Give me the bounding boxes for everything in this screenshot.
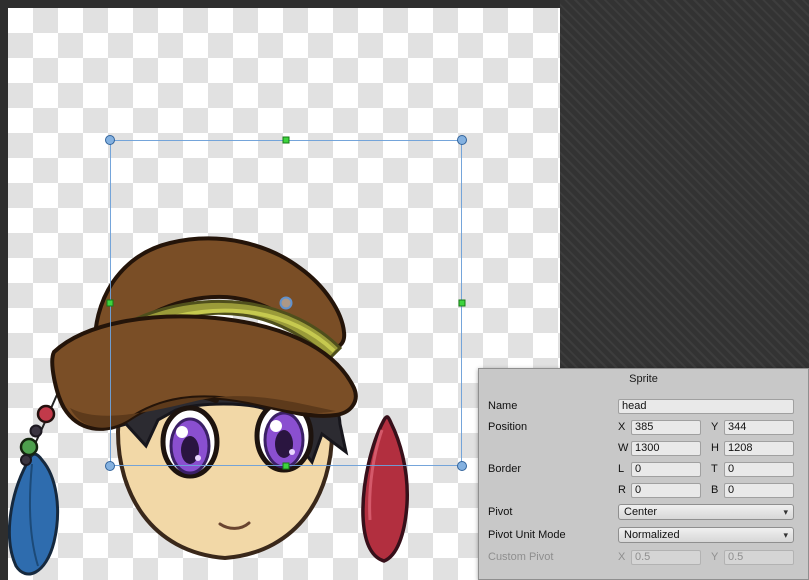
selection-handle-bottom-left[interactable] [105, 461, 115, 471]
pivot-dropdown-value: Center [624, 506, 657, 518]
pivot-unit-mode-dropdown[interactable]: Normalized ▾ [618, 527, 794, 543]
pivot-unit-mode-label: Pivot Unit Mode [488, 529, 618, 541]
position-x-label: X [618, 421, 627, 433]
dropdown-arrow-icon: ▾ [783, 508, 788, 517]
pivot-dropdown[interactable]: Center ▾ [618, 504, 794, 520]
custom-pivot-x-label: X [618, 551, 627, 563]
custom-pivot-y-label: Y [711, 551, 720, 563]
border-r-label: R [618, 484, 627, 496]
custom-pivot-x-input [631, 550, 701, 565]
position-x-input[interactable] [631, 420, 701, 435]
name-label: Name [488, 400, 618, 412]
position-row-wh: W H [488, 440, 794, 456]
position-y-label: Y [711, 421, 720, 433]
position-w-label: W [618, 442, 627, 454]
pivot-label: Pivot [488, 506, 618, 518]
sprite-editor-window: Sprite Name Position X Y W H [0, 0, 809, 580]
pivot-row: Pivot Center ▾ [488, 504, 794, 520]
panel-title: Sprite [479, 373, 808, 385]
position-h-input[interactable] [724, 441, 794, 456]
selection-handle-bottom-mid[interactable] [283, 463, 290, 470]
border-l-label: L [618, 463, 627, 475]
custom-pivot-row: Custom Pivot X Y [488, 549, 794, 565]
pivot-handle[interactable] [280, 297, 293, 310]
custom-pivot-y-input [724, 550, 794, 565]
selection-handle-top-left[interactable] [105, 135, 115, 145]
name-row: Name [488, 398, 794, 414]
border-label: Border [488, 463, 618, 475]
sprite-name-input[interactable] [618, 399, 794, 414]
selection-handle-bottom-right[interactable] [457, 461, 467, 471]
border-l-input[interactable] [631, 462, 701, 477]
position-y-input[interactable] [724, 420, 794, 435]
dropdown-arrow-icon: ▾ [783, 531, 788, 540]
selection-handle-top-right[interactable] [457, 135, 467, 145]
position-label: Position [488, 421, 618, 433]
border-t-input[interactable] [724, 462, 794, 477]
pivot-unit-mode-value: Normalized [624, 529, 680, 541]
pivot-unit-mode-row: Pivot Unit Mode Normalized ▾ [488, 527, 794, 543]
border-row-rb: R B [488, 482, 794, 498]
position-w-input[interactable] [631, 441, 701, 456]
border-t-label: T [711, 463, 720, 475]
selection-handle-right-mid[interactable] [459, 300, 466, 307]
border-row-lt: Border L T [488, 461, 794, 477]
position-h-label: H [711, 442, 720, 454]
sprite-panel: Sprite Name Position X Y W H [478, 368, 809, 580]
border-b-input[interactable] [724, 483, 794, 498]
selection-handle-top-mid[interactable] [283, 137, 290, 144]
feather [9, 454, 57, 574]
position-row-xy: Position X Y [488, 419, 794, 435]
custom-pivot-label: Custom Pivot [488, 551, 618, 563]
selection-handle-left-mid[interactable] [107, 300, 114, 307]
border-r-input[interactable] [631, 483, 701, 498]
border-b-label: B [711, 484, 720, 496]
